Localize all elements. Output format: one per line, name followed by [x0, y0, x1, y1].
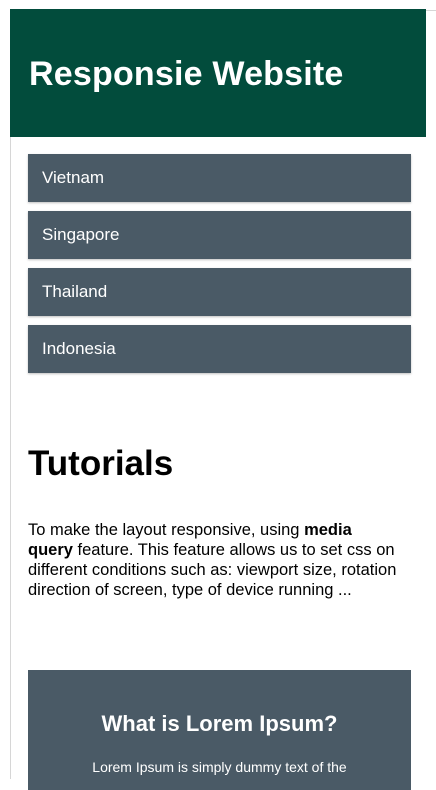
menu-item-singapore[interactable]: Singapore — [28, 211, 411, 259]
menu-item-vietnam[interactable]: Vietnam — [28, 154, 411, 202]
menu-item-indonesia[interactable]: Indonesia — [28, 325, 411, 373]
lorem-card: What is Lorem Ipsum? Lorem Ipsum is simp… — [28, 670, 411, 790]
menu-item-thailand[interactable]: Thailand — [28, 268, 411, 316]
tutorials-heading: Tutorials — [28, 444, 174, 483]
tutorials-paragraph: To make the layout responsive, using med… — [28, 520, 400, 600]
site-header: Responsie Website — [10, 9, 426, 137]
site-title: Responsie Website — [29, 55, 344, 93]
lorem-heading: What is Lorem Ipsum? — [101, 711, 338, 736]
country-menu: Vietnam Singapore Thailand Indonesia — [28, 154, 411, 382]
tutorials-text-end: feature. This feature allows us to set c… — [28, 541, 397, 599]
tutorials-text-start: To make the layout responsive, using — [28, 521, 305, 539]
lorem-paragraph: Lorem Ipsum is simply dummy text of the — [92, 759, 347, 775]
